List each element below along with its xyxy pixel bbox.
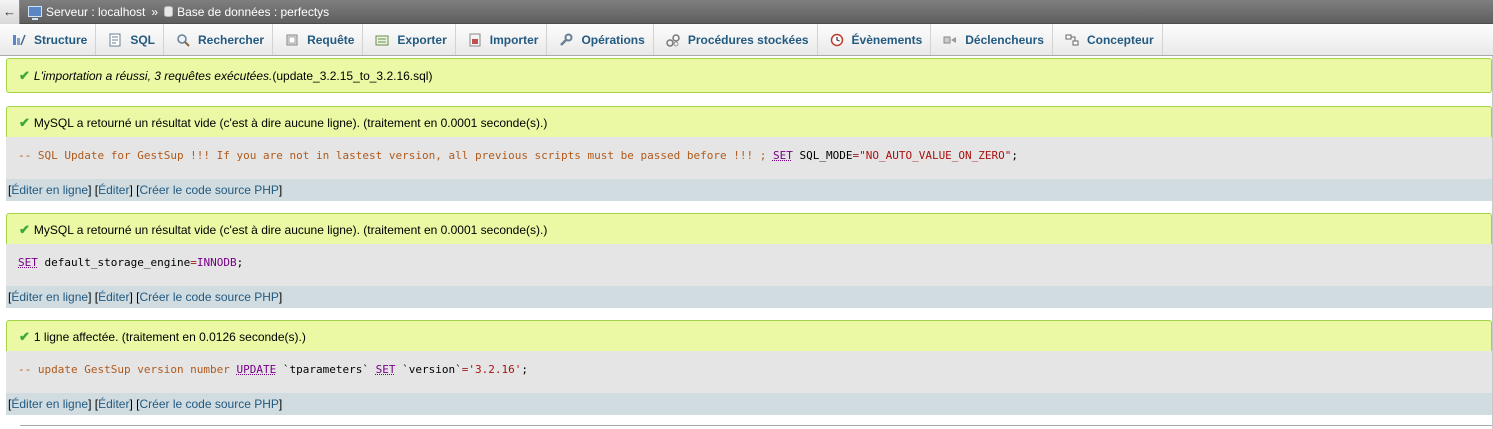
result-1-sql: -- SQL Update for GestSup !!! If you are…: [6, 137, 1493, 179]
breadcrumb-database-label[interactable]: Base de données : perfectys: [177, 5, 329, 19]
designer-icon: [1065, 33, 1079, 47]
create-php-code-link[interactable]: Créer le code source PHP: [139, 290, 278, 304]
breadcrumb: ← Serveur : localhost » Base de données …: [0, 0, 1493, 24]
create-php-code-link[interactable]: Créer le code source PHP: [139, 183, 278, 197]
tab-designer[interactable]: Concepteur: [1053, 24, 1163, 55]
sql-end: ;: [236, 256, 244, 269]
export-icon: [375, 33, 389, 47]
tab-triggers-label: Déclencheurs: [965, 32, 1044, 47]
check-icon: ✔: [19, 328, 30, 344]
tab-operations-label: Opérations: [581, 32, 645, 47]
search-icon: [176, 33, 190, 47]
tab-export[interactable]: Exporter: [363, 24, 456, 55]
breadcrumb-server[interactable]: Serveur : localhost: [28, 5, 145, 20]
result-1-tools: [ Éditer en ligne ] [ Éditer ] [ Créer l…: [6, 179, 1493, 201]
tab-routines[interactable]: Procédures stockées: [654, 24, 818, 55]
tab-triggers[interactable]: Déclencheurs: [931, 24, 1053, 55]
sql-identifier: SQL_MODE: [799, 149, 853, 162]
sql-string: '3.2.16': [468, 363, 522, 376]
result-3-message: ✔ 1 ligne affectée. (traitement en 0.012…: [6, 320, 1492, 352]
tab-import-label: Importer: [489, 32, 539, 47]
edit-link[interactable]: Éditer: [98, 183, 129, 197]
tab-query[interactable]: Requête: [273, 24, 364, 55]
check-icon: ✔: [19, 67, 30, 83]
database-icon: [164, 6, 174, 17]
result-2-sql: SET default_storage_engine=INNODB;: [6, 244, 1493, 286]
sql-icon: [108, 33, 122, 47]
import-icon: [468, 33, 482, 47]
tab-routines-label: Procédures stockées: [687, 32, 809, 47]
sql-keyword: SET: [18, 256, 38, 269]
edit-link[interactable]: Éditer: [98, 290, 129, 304]
sql-end: ;: [1011, 149, 1019, 162]
tab-sql[interactable]: SQL: [96, 24, 165, 55]
structure-icon: [12, 33, 26, 47]
tab-designer-label: Concepteur: [1086, 32, 1154, 47]
tab-search-label: Rechercher: [198, 32, 265, 47]
clock-icon: [830, 33, 844, 47]
tab-sql-label: SQL: [130, 32, 156, 47]
tab-search[interactable]: Rechercher: [164, 24, 274, 55]
sql-keyword: SET: [375, 363, 396, 376]
import-success-message: ✔ L'importation a réussi, 3 requêtes exé…: [6, 58, 1492, 93]
import-file-name: (update_3.2.15_to_3.2.16.sql): [272, 68, 433, 83]
edit-inline-link[interactable]: Éditer en ligne: [11, 397, 88, 411]
sql-keyword: SET: [772, 149, 793, 162]
create-php-code-link[interactable]: Créer le code source PHP: [139, 397, 278, 411]
result-2-tools: [ Éditer en ligne ] [ Éditer ] [ Créer l…: [6, 286, 1493, 308]
check-icon: ✔: [19, 114, 30, 130]
sql-string: "NO_AUTO_VALUE_ON_ZERO": [859, 149, 1012, 162]
tab-import[interactable]: Importer: [456, 24, 548, 55]
result-3-tools: [ Éditer en ligne ] [ Éditer ] [ Créer l…: [6, 393, 1493, 415]
sql-keyword: UPDATE: [236, 363, 277, 376]
tab-export-label: Exporter: [397, 32, 447, 47]
result-2-message-text: MySQL a retourné un résultat vide (c'est…: [33, 222, 548, 237]
tab-events[interactable]: Évènements: [818, 24, 932, 55]
query-icon: [285, 33, 299, 47]
sql-comment: -- SQL Update for GestSup !!! If you are…: [18, 149, 767, 162]
tab-events-label: Évènements: [851, 32, 923, 47]
sql-identifier: default_storage_engine: [44, 256, 191, 269]
result-2-message: ✔ MySQL a retourné un résultat vide (c'e…: [6, 213, 1492, 245]
back-arrow-icon[interactable]: ←: [0, 0, 20, 24]
edit-inline-link[interactable]: Éditer en ligne: [11, 290, 88, 304]
tab-structure[interactable]: Structure: [0, 24, 97, 55]
triggers-icon: [943, 33, 957, 47]
result-3-message-text: 1 ligne affectée. (traitement en 0.0126 …: [33, 329, 306, 344]
phpmyadmin-window: ← Serveur : localhost » Base de données …: [0, 0, 1493, 429]
tab-structure-label: Structure: [34, 32, 88, 47]
server-icon: [28, 6, 42, 20]
sql-table: `tparameters`: [282, 363, 370, 376]
wrench-icon: [559, 33, 573, 47]
result-1-message-text: MySQL a retourné un résultat vide (c'est…: [33, 115, 548, 130]
routines-icon: [666, 33, 680, 47]
tab-operations[interactable]: Opérations: [547, 24, 654, 55]
check-icon: ✔: [19, 221, 30, 237]
breadcrumb-server-label[interactable]: Serveur : localhost: [46, 5, 145, 19]
breadcrumb-database[interactable]: Base de données : perfectys: [164, 5, 329, 19]
result-3-sql: -- update GestSup version number UPDATE …: [6, 351, 1493, 393]
tab-bar: Structure SQL Rechercher Requête Exporte…: [0, 24, 1493, 56]
tab-query-label: Requête: [307, 32, 355, 47]
result-1-message: ✔ MySQL a retourné un résultat vide (c'e…: [6, 106, 1492, 138]
divider: [20, 425, 1493, 426]
sql-operator: =: [190, 256, 197, 269]
breadcrumb-separator: »: [151, 4, 159, 19]
import-success-text: L'importation a réussi, 3 requêtes exécu…: [33, 68, 273, 83]
sql-comment: -- update GestSup version number: [18, 363, 230, 376]
sql-keyword-value: INNODB: [196, 256, 237, 269]
edit-inline-link[interactable]: Éditer en ligne: [11, 183, 88, 197]
sql-end: ;: [521, 363, 528, 376]
sql-column: `version`: [402, 363, 462, 376]
edit-link[interactable]: Éditer: [98, 397, 129, 411]
